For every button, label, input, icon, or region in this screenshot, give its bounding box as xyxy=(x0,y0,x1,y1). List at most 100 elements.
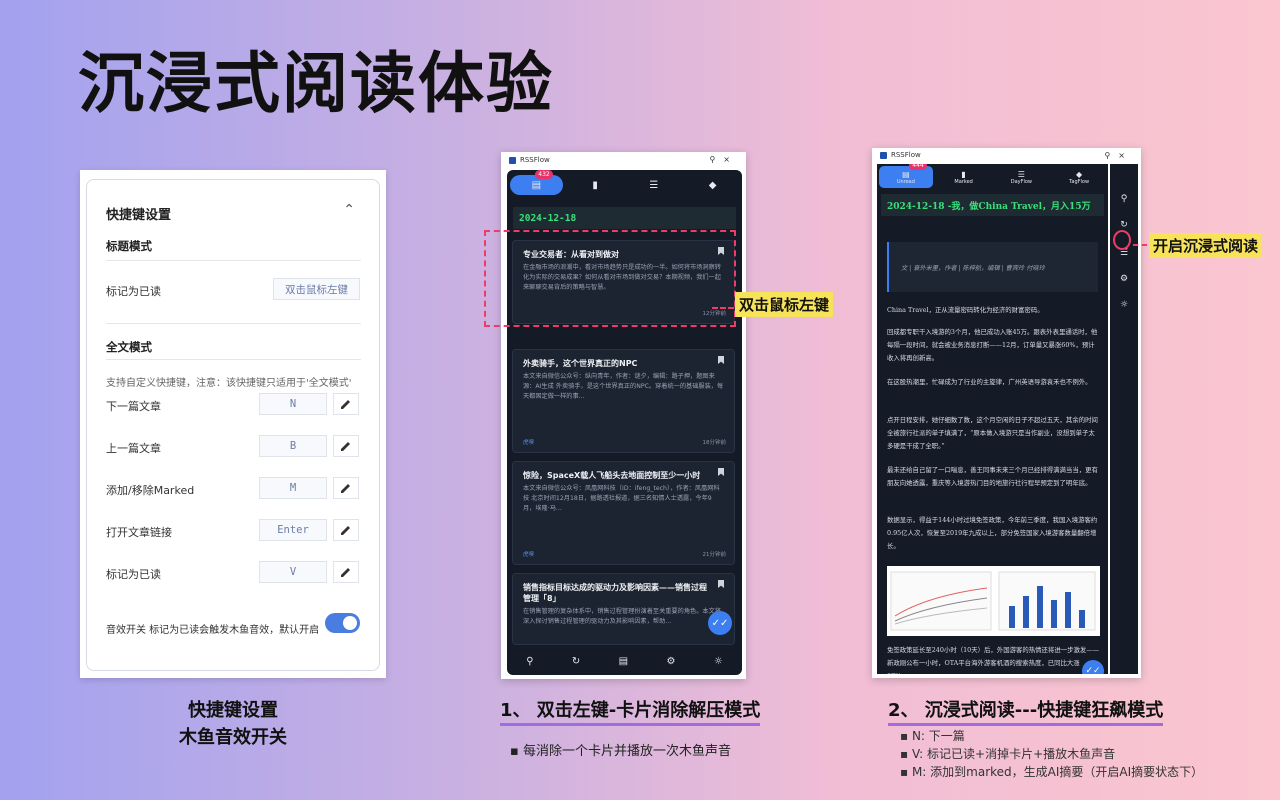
theme-icon[interactable]: ☼ xyxy=(714,656,723,667)
bullet-item: ▪ N: 下一篇 xyxy=(900,729,965,743)
refresh-icon[interactable]: ↻ xyxy=(1110,220,1138,230)
card-summary: 本文来自微信公众号：凤凰网科技（ID：ifeng_tech），作者：凤凰网科技 … xyxy=(523,485,720,512)
article-card[interactable]: 惊险，SpaceX载人飞船头去地面控制至少一小时 本文来自微信公众号：凤凰网科技… xyxy=(512,461,735,565)
mark-all-read-icon[interactable]: ✓✓ xyxy=(708,611,732,635)
edit-pencil-icon[interactable] xyxy=(333,561,359,583)
tab-tagflow[interactable]: ◆ xyxy=(686,175,739,195)
article-paragraph: 免签政策延长至240小时（10天）后，外国游客的热情还将进一步激发——新政刚公布… xyxy=(887,646,1100,674)
shortcut-key-field[interactable]: Enter xyxy=(259,519,327,541)
shortcut-label: 上一篇文章 xyxy=(106,442,161,455)
callout-double-click: 双击鼠标左键 xyxy=(735,292,834,317)
search-icon[interactable]: ⚲ xyxy=(1110,194,1138,204)
tab-dayflow[interactable]: ☰ DayFlow xyxy=(995,166,1049,188)
article-paragraph: 在这股热潮里，忙碌成为了行业的主旋律，广州英语导游袁禾也不例外。 xyxy=(887,378,1092,386)
card-time: 18分钟前 xyxy=(702,440,727,446)
tab-bar: ▤ Unread 444 ▮ Marked ☰ DayFlow ◆ TagFlow xyxy=(877,164,1108,190)
shortcut-label: 添加/移除Marked xyxy=(106,484,195,497)
bullet-text: N: 下一篇 xyxy=(911,729,965,743)
tab-unread[interactable]: ▤ 432 xyxy=(510,170,563,195)
shortcut-key-field[interactable]: N xyxy=(259,393,327,415)
card-source: 虎嗅 xyxy=(523,552,535,558)
shortcut-label: 下一篇文章 xyxy=(106,400,161,413)
list-icon: ▤ xyxy=(902,169,910,179)
callout-connector xyxy=(1133,244,1147,246)
gear-icon[interactable]: ⚙ xyxy=(1110,274,1138,284)
bullet-text: 每消除一个卡片并播放一次木鱼声音 xyxy=(522,744,731,759)
card-title: 外卖骑手，这个世界真正的NPC xyxy=(523,359,638,368)
divider xyxy=(106,359,361,360)
page-title: 沉浸式阅读体验 xyxy=(78,45,554,122)
shortcut-key-field[interactable]: V xyxy=(259,561,327,583)
article-card[interactable]: 外卖骑手，这个世界真正的NPC 本文来自微信公众号：纵向青年，作者：谜夕，编辑：… xyxy=(512,349,735,453)
bullet-item: ▪ 每消除一个卡片并播放一次木鱼声音 xyxy=(510,744,731,759)
divider xyxy=(106,323,361,324)
edit-pencil-icon[interactable] xyxy=(333,393,359,415)
card-title: 销售指标目标达成的驱动力及影响因素——销售过程管理「8」 xyxy=(523,583,707,603)
article-card[interactable]: 销售指标目标达成的驱动力及影响因素——销售过程管理「8」 在销售管理的复杂体系中… xyxy=(512,573,735,645)
shortcut-settings-panel: 快捷键设置 ⌃ 标题模式 标记为已读 双击鼠标左键 全文模式 支持自定义快捷键，… xyxy=(80,170,386,678)
title-row-key-field[interactable]: 双击鼠标左键 xyxy=(273,278,360,300)
tab-dayflow[interactable]: ☰ xyxy=(628,175,681,195)
tab-label: TagFlow xyxy=(1069,178,1090,185)
caption-reader-mode: 2、 沉浸式阅读---快捷键狂飙模式 xyxy=(888,696,1164,726)
gear-icon[interactable]: ⚙ xyxy=(666,656,675,667)
bookmark-icon: ▮ xyxy=(592,179,598,191)
reader-icon[interactable]: ▤ xyxy=(619,656,628,667)
article-chart-image xyxy=(887,566,1100,636)
tab-label: Marked xyxy=(954,178,973,185)
bullet-item: ▪ M: 添加到marked，生成AI摘要（开启AI摘要状态下） xyxy=(900,765,1204,779)
bullet-item: ▪ V: 标记已读+消掉卡片+播放木鱼声音 xyxy=(900,747,1116,761)
pin-close-icons[interactable]: ⚲× xyxy=(1104,151,1133,160)
card-summary: 本文来自微信公众号：纵向青年，作者：谜夕，编辑：路子押，题图来源：AI生成 外卖… xyxy=(523,373,724,400)
date-header: 2024-12-18 xyxy=(513,207,736,229)
caption-card-mode: 1、 双击左键-卡片消除解压模式 xyxy=(500,696,761,726)
shortcut-key-field[interactable]: M xyxy=(259,477,327,499)
article-paragraph: China Travel，正从流量密码转化为经济的财富密码。 xyxy=(887,306,1044,314)
shortcut-key-field[interactable]: B xyxy=(259,435,327,457)
card-title: 惊险，SpaceX载人飞船头去地面控制至少一小时 xyxy=(523,471,701,480)
bullet-text: M: 添加到marked，生成AI摘要（开启AI摘要状态下） xyxy=(911,765,1204,779)
refresh-icon[interactable]: ↻ xyxy=(572,656,580,667)
edit-pencil-icon[interactable] xyxy=(333,435,359,457)
unread-badge: 432 xyxy=(535,170,553,179)
stack-icon: ☰ xyxy=(1017,169,1025,179)
edit-pencil-icon[interactable] xyxy=(333,519,359,541)
app-logo-icon xyxy=(509,156,516,164)
app-window-reader-mode: RSSFlow ⚲× ▤ Unread 444 ▮ Marked ☰ DayFlow ◆… xyxy=(872,148,1141,678)
mark-read-icon[interactable]: ✓✓ xyxy=(1082,660,1104,674)
card-source: 虎嗅 xyxy=(523,440,535,446)
article-title-bar: 2024-12-18 -我，做China Travel，月入15万 xyxy=(881,194,1104,216)
title-mode-heading: 标题模式 xyxy=(106,239,152,253)
edit-pencil-icon[interactable] xyxy=(333,477,359,499)
window-titlebar: RSSFlow ⚲× xyxy=(872,148,1141,162)
tab-tagflow[interactable]: ◆ TagFlow xyxy=(1052,166,1106,188)
sound-toggle-label: 音效开关 标记为已读会触发木鱼音效，默认开启 xyxy=(106,625,320,636)
theme-icon[interactable]: ☼ xyxy=(1110,300,1138,310)
search-icon[interactable]: ⚲ xyxy=(526,656,533,667)
settings-header: 快捷键设置 xyxy=(106,208,172,223)
settings-tip: 支持自定义快捷键，注意：该快捷键只适用于'全文模式' xyxy=(106,378,352,389)
shortcut-label: 标记为已读 xyxy=(106,568,161,581)
settings-caption-line2: 木鱼音效开关 xyxy=(179,727,287,748)
article-paragraph: 点开日程安排，她仔细数了数，这个月空闲的日子不超过五天，其余的时间全被旅行社派的… xyxy=(887,416,1098,450)
tag-icon: ◆ xyxy=(708,179,717,191)
chevron-up-icon[interactable]: ⌃ xyxy=(343,202,355,218)
callout-immersive: 开启沉浸式阅读 xyxy=(1149,233,1263,258)
tab-unread[interactable]: ▤ Unread 444 xyxy=(879,164,933,188)
card-summary: 在销售管理的复杂体系中，销售过程管理扮演着至关重要的角色。本文将深入探讨销售过程… xyxy=(523,608,721,625)
tab-marked[interactable]: ▮ xyxy=(569,175,622,195)
list-icon: ▤ xyxy=(531,179,542,191)
bottom-nav: ⚲ ↻ ▤ ⚙ ☼ xyxy=(507,647,742,675)
tab-marked[interactable]: ▮ Marked xyxy=(937,166,991,188)
pin-close-icons[interactable]: ⚲× xyxy=(709,155,738,164)
window-titlebar: RSSFlow ⚲× xyxy=(501,152,746,168)
tab-label: DayFlow xyxy=(1010,178,1033,185)
fulltext-mode-heading: 全文模式 xyxy=(106,340,152,354)
shortcut-label: 打开文章链接 xyxy=(106,526,172,539)
sound-toggle-switch[interactable] xyxy=(325,613,360,633)
tag-icon: ◆ xyxy=(1076,169,1083,179)
app-logo-icon xyxy=(880,151,887,159)
highlight-dashed-box xyxy=(484,230,736,327)
article-paragraph: 数据显示，得益于144小时过境免签政策，今年前三季度，我国入境游客约0.95亿人… xyxy=(887,516,1098,550)
callout-connector xyxy=(712,307,734,309)
